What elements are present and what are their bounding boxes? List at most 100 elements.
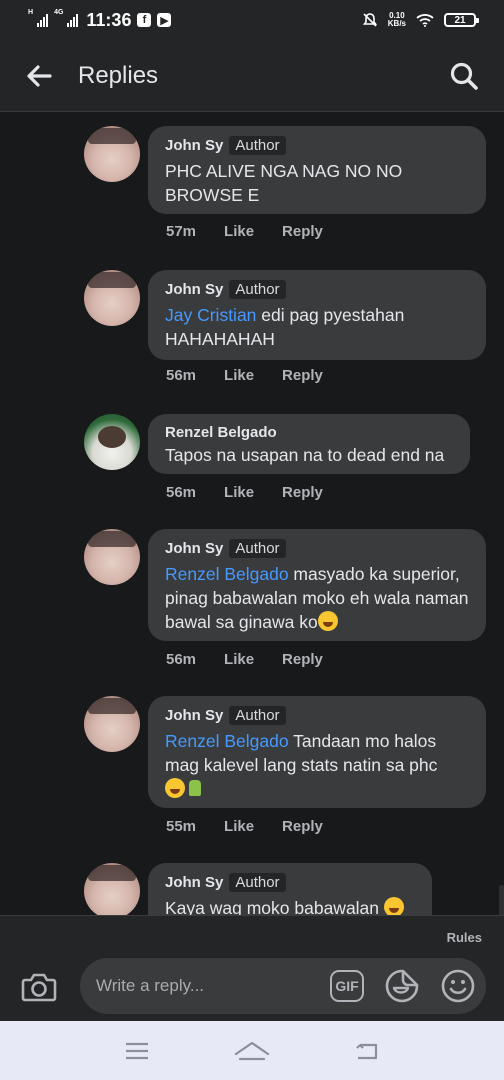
- author-badge: Author: [229, 136, 286, 155]
- comment-time: 57m: [166, 223, 197, 240]
- like-button[interactable]: Like: [224, 367, 254, 384]
- comment-text: Renzel Belgado Tandaan mo halos mag kale…: [165, 729, 470, 801]
- author-badge: Author: [229, 280, 286, 299]
- author-badge: Author: [229, 706, 286, 725]
- reply-composer: Rules GIF: [0, 915, 504, 1021]
- like-button[interactable]: Like: [224, 651, 254, 668]
- like-button[interactable]: Like: [224, 818, 254, 835]
- clock: 11:36: [86, 9, 132, 30]
- reply-button[interactable]: Reply: [282, 818, 323, 835]
- comment-bubble[interactable]: John Sy Author Jay Cristian edi pag pyes…: [148, 270, 486, 360]
- network-type-label-2: 4G: [54, 8, 64, 16]
- status-left: H 4G 11:36 f ▶: [28, 8, 172, 31]
- mention-link[interactable]: Renzel Belgado: [165, 731, 289, 751]
- reply-button[interactable]: Reply: [282, 651, 323, 668]
- sticker-icon: [385, 969, 419, 1003]
- signal-icon: [37, 13, 49, 27]
- mention-link[interactable]: Renzel Belgado: [165, 564, 289, 584]
- recents-button[interactable]: [117, 1031, 157, 1071]
- avatar[interactable]: [84, 270, 140, 326]
- data-speed: 0.10 KB/s: [388, 12, 406, 28]
- comment-actions: 56m Like Reply: [166, 484, 351, 501]
- status-right: 0.10 KB/s 21: [362, 12, 479, 28]
- arrow-left-icon: [27, 64, 52, 87]
- avatar[interactable]: [84, 414, 140, 470]
- reply-button[interactable]: Reply: [282, 223, 323, 240]
- sticker-button[interactable]: [384, 968, 420, 1004]
- signal-icon-2: [67, 13, 79, 27]
- comment-actions: 55m Like Reply: [166, 818, 351, 835]
- page-title: Replies: [78, 61, 159, 89]
- rules-link[interactable]: Rules: [447, 930, 482, 945]
- comment-author[interactable]: John Sy: [165, 281, 223, 298]
- avatar[interactable]: [84, 863, 140, 915]
- facebook-notification-icon: f: [137, 13, 152, 27]
- avatar[interactable]: [84, 126, 140, 182]
- reply-button[interactable]: Reply: [282, 367, 323, 384]
- comment-text: Tapos na usapan na to dead end na: [165, 443, 454, 467]
- smiley-icon: [441, 969, 475, 1003]
- comment-actions: 56m Like Reply: [166, 367, 351, 384]
- replies-thread[interactable]: John Sy Author PHC ALIVE NGA NAG NO NO B…: [0, 113, 504, 915]
- like-button[interactable]: Like: [224, 484, 254, 501]
- data-speed-unit: KB/s: [387, 19, 406, 28]
- comment-body: Kaya wag moko babawalan: [165, 898, 380, 915]
- comment-text: Jay Cristian edi pag pyestahan HAHAHAHAH: [165, 303, 470, 351]
- comment-bubble[interactable]: John Sy Author Renzel Belgado masyado ka…: [148, 529, 486, 641]
- mention-link[interactable]: Jay Cristian: [165, 305, 256, 325]
- comment-actions: 57m Like Reply: [166, 223, 351, 240]
- comment-bubble[interactable]: John Sy Author Renzel Belgado Tandaan mo…: [148, 696, 486, 808]
- author-badge: Author: [229, 873, 286, 892]
- comment-text: Renzel Belgado masyado ka superior, pina…: [165, 562, 470, 634]
- comment-bubble[interactable]: John Sy Author PHC ALIVE NGA NAG NO NO B…: [148, 126, 486, 214]
- wifi-icon: [416, 14, 434, 27]
- comment-bubble[interactable]: Renzel Belgado Tapos na usapan na to dea…: [148, 414, 470, 474]
- search-icon: [450, 62, 478, 90]
- camera-icon: [21, 973, 57, 1002]
- menu-icon: [126, 1042, 149, 1059]
- avatar[interactable]: [84, 696, 140, 752]
- rofl-emoji-icon: [383, 897, 404, 915]
- youtube-notification-icon: ▶: [157, 13, 172, 27]
- facepalm-emoji-icon: [185, 778, 205, 798]
- comment-body: PHC ALIVE NGA NAG NO NO BROWSE E: [165, 161, 403, 205]
- network-type-label: H: [28, 8, 34, 16]
- comment-time: 56m: [166, 484, 197, 501]
- back-icon: [355, 1043, 377, 1059]
- rofl-emoji-icon: [165, 778, 185, 798]
- reply-button[interactable]: Reply: [282, 484, 323, 501]
- app-header: Replies: [0, 40, 504, 112]
- comment-author[interactable]: John Sy: [165, 707, 223, 724]
- comment-time: 55m: [166, 818, 197, 835]
- comment-author[interactable]: Renzel Belgado: [165, 424, 277, 441]
- notifications-off-icon: [362, 13, 377, 27]
- battery-icon: 21: [444, 13, 479, 27]
- back-button[interactable]: [24, 61, 54, 91]
- reply-box: GIF: [80, 958, 486, 1014]
- reply-input[interactable]: [96, 958, 316, 1014]
- comment-time: 56m: [166, 367, 197, 384]
- like-button[interactable]: Like: [224, 223, 254, 240]
- home-button[interactable]: [232, 1031, 272, 1071]
- comment-bubble[interactable]: John Sy Author Kaya wag moko babawalan: [148, 863, 432, 915]
- avatar[interactable]: [84, 529, 140, 585]
- comment-actions: 56m Like Reply: [166, 651, 351, 668]
- comment-body: Tapos na usapan na to dead end na: [165, 445, 445, 465]
- comment-text: PHC ALIVE NGA NAG NO NO BROWSE E: [165, 159, 470, 207]
- comment-time: 56m: [166, 651, 197, 668]
- back-nav-button[interactable]: [347, 1031, 387, 1071]
- status-bar: H 4G 11:36 f ▶ 0.10 KB/s 21: [0, 0, 504, 40]
- comment-author[interactable]: John Sy: [165, 874, 223, 891]
- gif-button[interactable]: GIF: [330, 970, 364, 1002]
- emoji-button[interactable]: [440, 968, 476, 1004]
- comment-text: Kaya wag moko babawalan: [165, 896, 416, 915]
- comment-author[interactable]: John Sy: [165, 540, 223, 557]
- scrollbar[interactable]: [499, 885, 504, 915]
- comment-author[interactable]: John Sy: [165, 137, 223, 154]
- camera-button[interactable]: [20, 968, 58, 1006]
- search-button[interactable]: [448, 60, 480, 92]
- rofl-emoji-icon: [317, 611, 338, 631]
- home-icon: [234, 1041, 270, 1060]
- system-nav-bar: [0, 1021, 504, 1080]
- author-badge: Author: [229, 539, 286, 558]
